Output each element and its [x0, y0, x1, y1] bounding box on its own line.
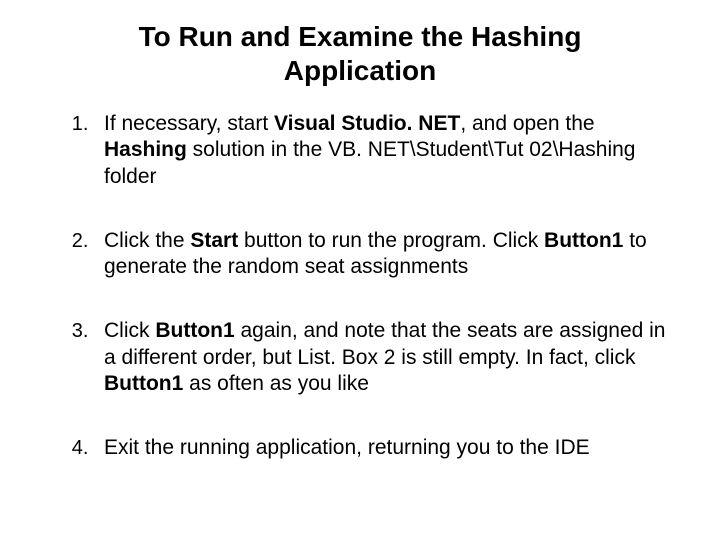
text: as often as you like [183, 372, 369, 395]
slide-title: To Run and Examine the Hashing Applicati… [80, 20, 640, 87]
bold-text: Visual Studio. NET [274, 112, 460, 135]
text: button to run the program. Click [238, 229, 544, 252]
text: , and open the [460, 112, 594, 135]
text: If necessary, start [104, 112, 274, 135]
slide: To Run and Examine the Hashing Applicati… [0, 0, 720, 540]
step-item: If necessary, start Visual Studio. NET, … [94, 111, 680, 190]
bold-text: Button1 [544, 229, 623, 252]
text: Exit the running application, returning … [104, 436, 590, 459]
bold-text: Hashing [104, 138, 187, 161]
bold-text: Start [190, 229, 238, 252]
bold-text: Button1 [104, 372, 183, 395]
bold-text: Button1 [155, 319, 234, 342]
text: Click [104, 319, 155, 342]
steps-list: If necessary, start Visual Studio. NET, … [40, 111, 680, 461]
step-item: Exit the running application, returning … [94, 435, 680, 461]
step-item: Click Button1 again, and note that the s… [94, 318, 680, 397]
step-item: Click the Start button to run the progra… [94, 228, 680, 281]
text: Click the [104, 229, 190, 252]
